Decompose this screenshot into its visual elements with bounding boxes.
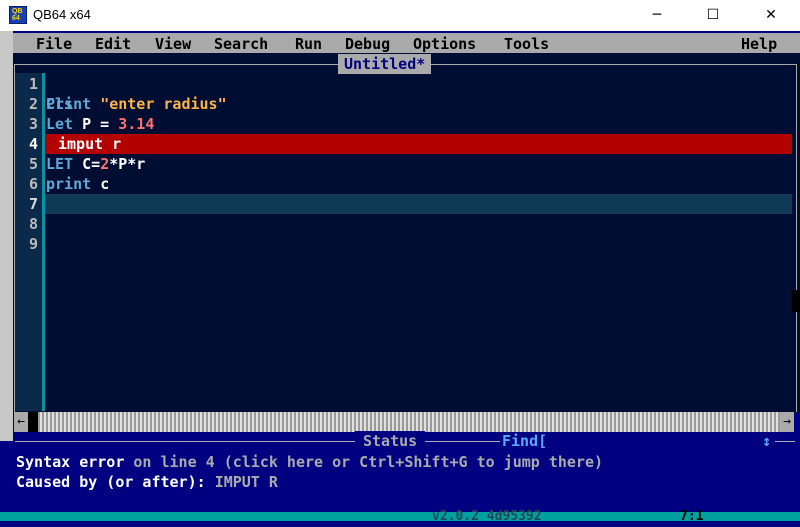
menu-help[interactable]: Help <box>741 34 777 54</box>
error-line-highlight <box>45 134 792 154</box>
scroll-left-arrow-icon[interactable]: ← <box>14 412 28 432</box>
code-number: 2 <box>100 155 110 173</box>
line-number: 2 <box>28 95 38 113</box>
code-keyword: Print <box>46 95 101 113</box>
code-keyword: LET <box>46 155 83 173</box>
error-detail: on line 4 (click here or Ctrl+Shift+G to… <box>124 453 604 471</box>
code-keyword: print <box>46 175 101 193</box>
code-text: P = <box>82 115 119 133</box>
cursor-position: 7:1 <box>680 509 704 524</box>
scroll-right-arrow-icon[interactable]: → <box>780 412 794 432</box>
app-icon-text: QB 64 <box>12 8 23 22</box>
line-number: 5 <box>28 155 38 173</box>
menu-tools[interactable]: Tools <box>504 34 549 54</box>
code-string: "enter radius" <box>100 95 227 113</box>
code-line-error[interactable]: imput r <box>58 134 121 154</box>
horizontal-scrollbar[interactable] <box>14 412 792 432</box>
desktop-strip <box>0 31 13 441</box>
code-text: *P*r <box>109 155 146 173</box>
find-scroll-icon[interactable]: ↕ <box>762 431 771 451</box>
vertical-scroll-thumb[interactable] <box>792 290 800 312</box>
code-line[interactable]: Let P = 3.14 <box>46 114 154 134</box>
find-label[interactable]: Find[ <box>502 431 547 451</box>
cursor-line-highlight <box>45 194 792 214</box>
code-line[interactable]: Print "enter radius" <box>46 94 227 114</box>
line-number: 3 <box>28 115 38 133</box>
line-number: 9 <box>28 235 38 253</box>
code-line[interactable]: LET C=2*P*r <box>46 154 145 174</box>
minimize-button[interactable]: ─ <box>634 0 680 31</box>
file-name-tab: Untitled* <box>338 54 432 74</box>
error-cause-label: Caused by (or after): <box>16 473 215 491</box>
line-number: 8 <box>28 215 38 233</box>
window-title: QB64 x64 <box>33 7 91 22</box>
code-number: 3.14 <box>118 115 155 133</box>
app-icon: QB 64 <box>9 6 27 24</box>
menu-run[interactable]: Run <box>295 34 322 54</box>
line-number: 4 <box>28 135 38 153</box>
status-title: Status <box>355 431 426 451</box>
menu-file[interactable]: File <box>36 34 72 54</box>
menu-view[interactable]: View <box>155 34 191 54</box>
line-number: 6 <box>28 175 38 193</box>
close-button[interactable]: ✕ <box>748 0 794 31</box>
gutter-separator <box>42 73 45 411</box>
version-text: v2.0.2 4d95392 <box>432 509 542 524</box>
menu-search[interactable]: Search <box>214 34 268 54</box>
code-text: c <box>100 175 110 193</box>
error-cause: Caused by (or after): IMPUT R <box>16 472 278 492</box>
line-number: 7 <box>28 195 38 213</box>
menu-edit[interactable]: Edit <box>95 34 131 54</box>
menu-options[interactable]: Options <box>413 34 476 54</box>
code-text: C= <box>82 155 101 173</box>
code-keyword: Let <box>46 115 83 133</box>
maximize-button[interactable]: ☐ <box>690 0 736 31</box>
error-cause-value: IMPUT R <box>214 473 278 491</box>
error-title: Syntax error <box>16 453 125 471</box>
window-title-bar <box>0 0 800 31</box>
menu-debug[interactable]: Debug <box>345 34 390 54</box>
horizontal-scroll-thumb[interactable] <box>28 412 38 432</box>
error-message[interactable]: Syntax error on line 4 (click here or Ct… <box>16 452 603 472</box>
code-line[interactable]: print c <box>46 174 109 194</box>
line-number: 1 <box>28 75 38 93</box>
